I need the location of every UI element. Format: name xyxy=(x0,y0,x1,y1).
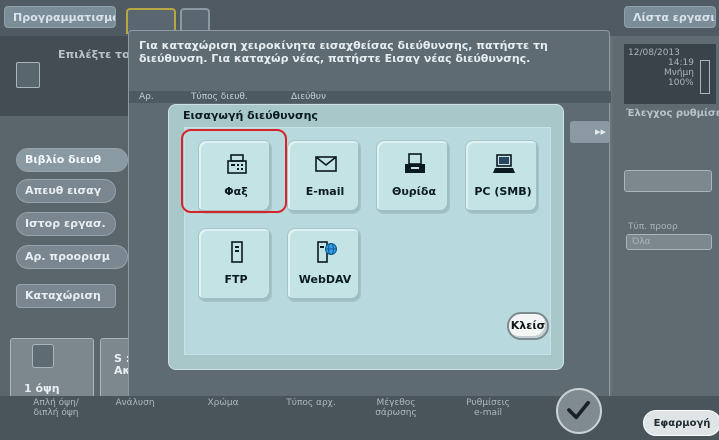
bottom-item-file-type-l1: Τύπος αρχ. xyxy=(286,398,336,408)
user-box-label: Θυρίδα xyxy=(391,185,437,198)
bottom-item-email-settings-l1: Ρυθμίσεις xyxy=(466,398,510,408)
memory-gauge xyxy=(700,60,710,94)
modal-title: Εισαγωγή διεύθυνσης xyxy=(183,109,318,122)
bottom-item-simplex[interactable]: Απλή όψη/ διπλή όψη xyxy=(16,398,96,418)
bottom-item-simplex-l2: διπλή όψη xyxy=(33,408,79,418)
bottom-item-color[interactable]: Χρώμα xyxy=(190,398,256,408)
next-arrow-button[interactable]: ▸▸ xyxy=(570,121,610,143)
filter-value: Όλα xyxy=(632,237,651,247)
filter-label: Τύπ. προορ xyxy=(628,222,678,232)
ok-button[interactable] xyxy=(556,388,602,434)
email-label: E-mail xyxy=(305,185,345,198)
copies-label: 1 όψη xyxy=(24,382,60,395)
webdav-icon xyxy=(317,241,337,263)
ftp-label: FTP xyxy=(224,273,248,286)
status-date: 12/08/2013 xyxy=(628,48,680,58)
col-no: Αρ. xyxy=(139,92,154,102)
checkmark-icon xyxy=(567,400,590,420)
job-list-button[interactable]: Λίστα εργασιών xyxy=(624,6,716,28)
document-icon xyxy=(16,62,40,88)
view-toggle[interactable] xyxy=(624,170,712,192)
bottom-item-simplex-l1: Απλή όψη/ xyxy=(33,398,79,408)
bottom-item-scan-size[interactable]: Μέγεθος σάρωσης xyxy=(356,398,436,418)
bottom-item-file-type[interactable]: Τύπος αρχ. xyxy=(276,398,346,408)
webdav-tile[interactable]: WebDAV xyxy=(287,228,361,302)
pc-smb-tile[interactable]: PC (SMB) xyxy=(465,140,539,214)
col-type: Τύπος διευθ. xyxy=(191,92,248,102)
col-address: Διεύθυν xyxy=(291,92,327,102)
screen: Προγραμματισμός Λίστα εργασιών Επιλέξτε … xyxy=(0,0,719,440)
server-icon xyxy=(231,241,243,263)
bottom-item-scan-size-l2: σάρωσης xyxy=(375,408,417,418)
select-text: Επιλέξτε τον xyxy=(58,48,138,61)
bottom-item-resolution-l1: Ανάλυση xyxy=(115,398,155,408)
pc-smb-label: PC (SMB) xyxy=(474,185,532,198)
check-settings[interactable]: Έλεγχος ρυθμίσε xyxy=(626,108,719,119)
bottom-item-email-settings-l2: e-mail xyxy=(473,408,503,418)
address-book-button[interactable]: Βιβλίο διευθ xyxy=(16,148,128,172)
bottom-item-scan-size-l1: Μέγεθος xyxy=(376,398,416,408)
job-history-button[interactable]: Ιστορ εργασ. xyxy=(16,212,116,236)
register-button[interactable]: Καταχώριση xyxy=(16,284,116,308)
memory-value: 100% xyxy=(668,78,694,88)
ftp-tile[interactable]: FTP xyxy=(198,228,272,302)
close-button[interactable]: Κλείσ xyxy=(507,312,549,340)
simplex-icon xyxy=(32,344,54,368)
envelope-icon xyxy=(315,156,337,172)
info-message: Για καταχώριση χειροκίνητα εισαχθείσας δ… xyxy=(139,39,548,65)
programs-button[interactable]: Προγραμματισμός xyxy=(4,6,116,28)
memory-label: Μνήμη xyxy=(664,68,694,78)
user-box-tile[interactable]: Θυρίδα xyxy=(376,140,450,214)
destination-number-button[interactable]: Αρ. προορισμ xyxy=(16,245,128,269)
webdav-label: WebDAV xyxy=(298,273,352,286)
email-tile[interactable]: E-mail xyxy=(287,140,361,214)
bottom-item-resolution[interactable]: Ανάλυση xyxy=(102,398,168,408)
bottom-item-email-settings[interactable]: Ρυθμίσεις e-mail xyxy=(446,398,530,418)
apply-button[interactable]: Εφαρμογή xyxy=(643,410,719,436)
status-time: 14:19 xyxy=(668,58,694,68)
computer-icon xyxy=(493,154,515,173)
user-box-icon xyxy=(405,153,425,173)
fax-highlight-ring xyxy=(181,129,287,213)
direct-input-button[interactable]: Απευθ εισαγ xyxy=(16,179,116,203)
bottom-item-color-l1: Χρώμα xyxy=(207,398,239,408)
